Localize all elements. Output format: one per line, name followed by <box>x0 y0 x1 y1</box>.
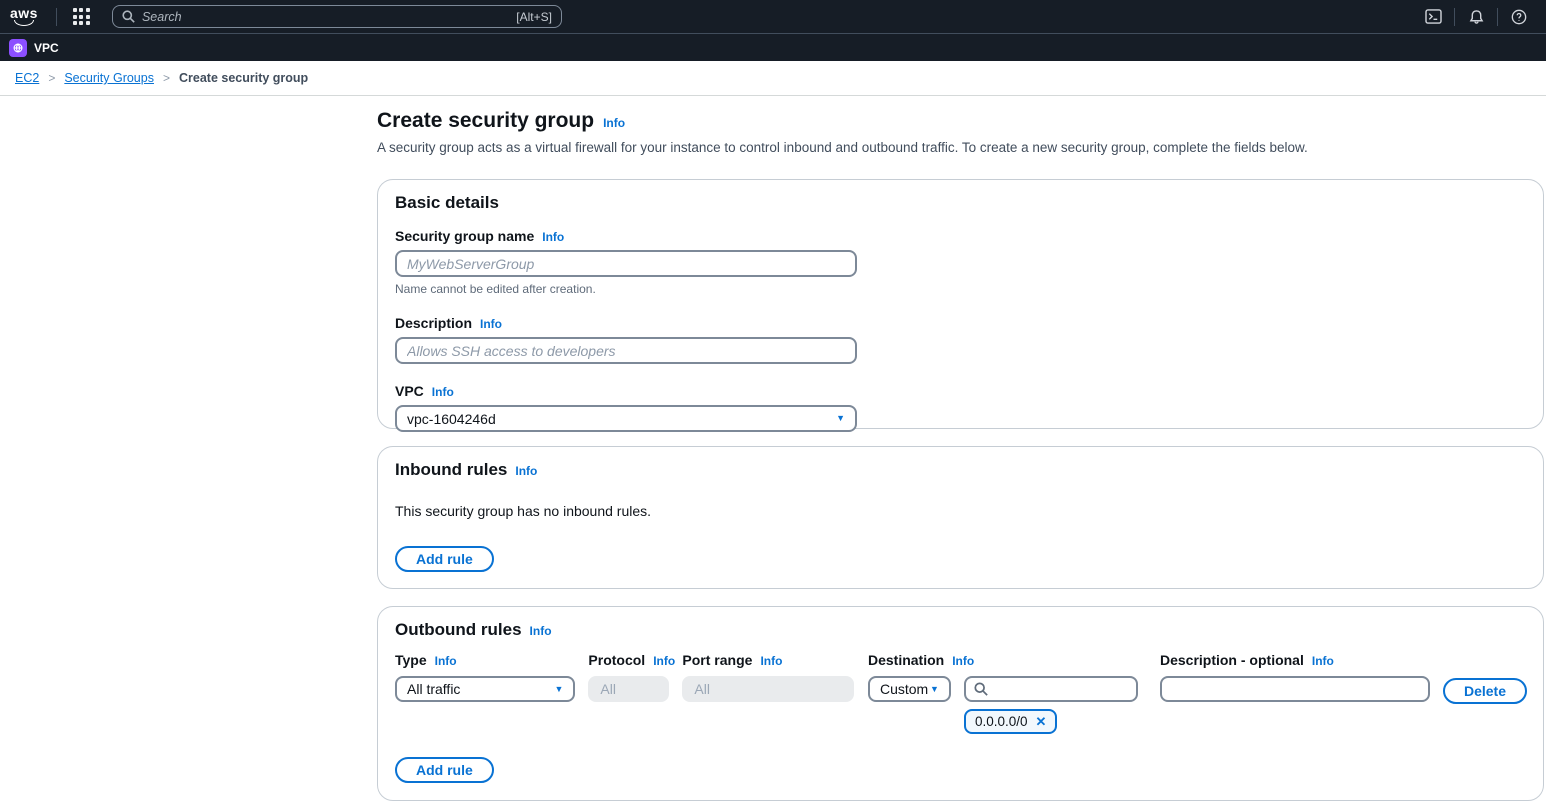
security-group-name-help: Name cannot be edited after creation. <box>395 282 1527 296</box>
breadcrumb-ec2[interactable]: EC2 <box>15 71 39 85</box>
cloudshell-button[interactable] <box>1418 5 1448 29</box>
aws-logo[interactable]: aws <box>10 7 38 26</box>
page-description: A security group acts as a virtual firew… <box>377 140 1544 155</box>
inbound-rules-heading: Inbound rules <box>395 460 507 480</box>
nav-divider <box>1497 8 1498 26</box>
apps-grid-icon[interactable] <box>73 8 90 25</box>
protocol-info-link[interactable]: Info <box>653 654 675 668</box>
cloudshell-icon <box>1425 9 1442 24</box>
protocol-input-disabled: All <box>588 676 669 702</box>
top-navigation: aws [Alt+S] <box>0 0 1546 33</box>
search-icon <box>122 10 135 23</box>
port-range-value: All <box>694 681 710 697</box>
outbound-rules-card: Outbound rules Info Type Info All traffi… <box>377 606 1544 801</box>
vpc-service-icon <box>9 39 27 57</box>
basic-details-heading: Basic details <box>395 193 499 213</box>
rule-description-info-link[interactable]: Info <box>1312 654 1334 668</box>
protocol-value: All <box>600 681 616 697</box>
destination-search-box[interactable] <box>964 676 1138 702</box>
description-label: Description <box>395 315 472 331</box>
search-icon <box>974 682 988 696</box>
chevron-down-icon: ▼ <box>555 685 564 694</box>
destination-type-value: Custom <box>880 681 928 697</box>
breadcrumb-separator: > <box>163 71 170 85</box>
service-tab-label[interactable]: VPC <box>34 41 59 55</box>
destination-info-link[interactable]: Info <box>952 654 974 668</box>
vpc-select[interactable]: vpc-1604246d ▼ <box>395 405 857 432</box>
inbound-empty-text: This security group has no inbound rules… <box>395 503 1527 519</box>
inbound-rules-card: Inbound rules Info This security group h… <box>377 446 1544 589</box>
inbound-rules-info-link[interactable]: Info <box>515 464 537 478</box>
protocol-column-label: Protocol <box>588 652 645 668</box>
chevron-down-icon: ▼ <box>836 414 845 423</box>
vpc-info-link[interactable]: Info <box>432 385 454 399</box>
page-title: Create security group <box>377 109 594 133</box>
aws-smile-icon <box>14 20 34 26</box>
port-range-input-disabled: All <box>682 676 854 702</box>
chevron-down-icon: ▼ <box>930 685 939 694</box>
nav-divider <box>1454 8 1455 26</box>
inbound-add-rule-button[interactable]: Add rule <box>395 546 494 572</box>
notifications-button[interactable] <box>1461 5 1491 29</box>
destination-type-select[interactable]: Custom ▼ <box>868 676 951 702</box>
destination-column-label: Destination <box>868 652 944 668</box>
search-input[interactable] <box>142 10 516 24</box>
port-range-column-label: Port range <box>682 652 752 668</box>
help-icon <box>1511 9 1527 25</box>
main-content: Create security group Info A security gr… <box>377 96 1544 801</box>
remove-token-icon[interactable]: ✕ <box>1036 715 1047 728</box>
security-group-name-label: Security group name <box>395 228 534 244</box>
type-info-link[interactable]: Info <box>435 654 457 668</box>
destination-token-chip: 0.0.0.0/0 ✕ <box>964 709 1057 734</box>
type-column-label: Type <box>395 652 427 668</box>
outbound-rules-heading: Outbound rules <box>395 620 522 640</box>
breadcrumb: EC2 > Security Groups > Create security … <box>0 61 1546 96</box>
description-input[interactable] <box>395 337 857 364</box>
breadcrumb-security-groups[interactable]: Security Groups <box>64 71 154 85</box>
page-title-info-link[interactable]: Info <box>603 116 625 130</box>
destination-token-value: 0.0.0.0/0 <box>975 714 1028 729</box>
nav-divider <box>56 8 57 26</box>
outbound-rules-info-link[interactable]: Info <box>530 624 552 638</box>
aws-logo-text: aws <box>10 7 38 19</box>
rule-description-column-label: Description - optional <box>1160 652 1304 668</box>
description-info-link[interactable]: Info <box>480 317 502 331</box>
help-button[interactable] <box>1504 5 1534 29</box>
search-shortcut: [Alt+S] <box>516 10 552 24</box>
delete-rule-button[interactable]: Delete <box>1443 678 1527 704</box>
outbound-rule-row: Type Info All traffic ▼ Protocol Info Al… <box>395 652 1527 734</box>
rule-description-input[interactable] <box>1160 676 1430 702</box>
vpc-label: VPC <box>395 383 424 399</box>
service-tab-bar: VPC <box>0 33 1546 61</box>
type-select[interactable]: All traffic ▼ <box>395 676 575 702</box>
security-group-name-info-link[interactable]: Info <box>542 230 564 244</box>
port-range-info-link[interactable]: Info <box>760 654 782 668</box>
destination-search-input[interactable] <box>994 681 1128 697</box>
security-group-name-input[interactable] <box>395 250 857 277</box>
basic-details-card: Basic details Security group name Info N… <box>377 179 1544 429</box>
breadcrumb-current: Create security group <box>179 71 308 85</box>
vpc-select-value: vpc-1604246d <box>407 411 496 427</box>
breadcrumb-separator: > <box>48 71 55 85</box>
bell-icon <box>1469 9 1484 25</box>
type-select-value: All traffic <box>407 681 460 697</box>
global-search[interactable]: [Alt+S] <box>112 5 562 28</box>
outbound-add-rule-button[interactable]: Add rule <box>395 757 494 783</box>
